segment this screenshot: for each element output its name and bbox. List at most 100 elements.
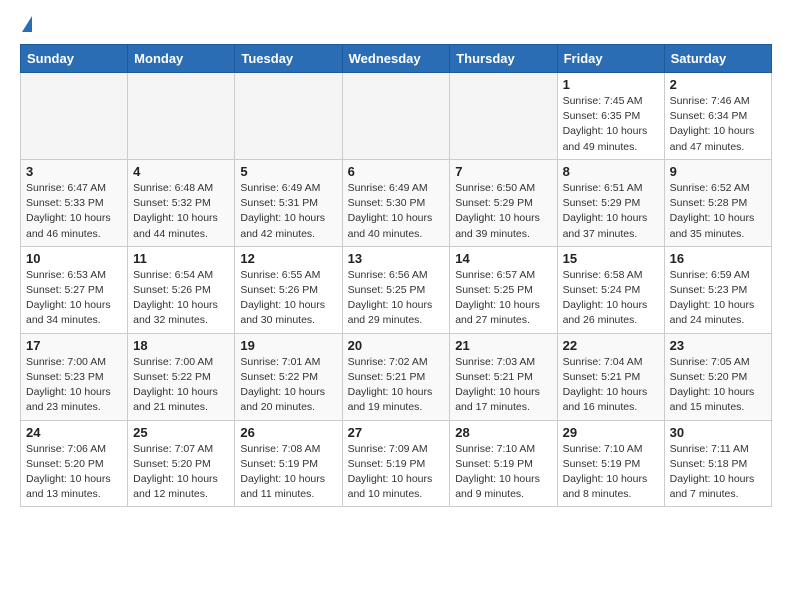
calendar-cell xyxy=(235,73,342,160)
day-info: Sunrise: 7:11 AM Sunset: 5:18 PM Dayligh… xyxy=(670,442,766,503)
calendar-cell: 6 Sunrise: 6:49 AM Sunset: 5:30 PM Daylig… xyxy=(342,159,450,246)
day-info: Sunrise: 6:59 AM Sunset: 5:23 PM Dayligh… xyxy=(670,268,766,329)
day-number: 21 xyxy=(455,338,551,353)
day-info: Sunrise: 7:06 AM Sunset: 5:20 PM Dayligh… xyxy=(26,442,122,503)
day-info: Sunrise: 7:45 AM Sunset: 6:35 PM Dayligh… xyxy=(563,94,659,155)
calendar-col-header: Tuesday xyxy=(235,45,342,73)
day-info: Sunrise: 7:09 AM Sunset: 5:19 PM Dayligh… xyxy=(348,442,445,503)
day-info: Sunrise: 6:54 AM Sunset: 5:26 PM Dayligh… xyxy=(133,268,229,329)
day-info: Sunrise: 6:51 AM Sunset: 5:29 PM Dayligh… xyxy=(563,181,659,242)
day-number: 15 xyxy=(563,251,659,266)
calendar-cell: 20 Sunrise: 7:02 AM Sunset: 5:21 PM Dayli… xyxy=(342,333,450,420)
day-number: 23 xyxy=(670,338,766,353)
day-info: Sunrise: 7:08 AM Sunset: 5:19 PM Dayligh… xyxy=(240,442,336,503)
day-info: Sunrise: 6:55 AM Sunset: 5:26 PM Dayligh… xyxy=(240,268,336,329)
day-number: 3 xyxy=(26,164,122,179)
calendar-cell: 28 Sunrise: 7:10 AM Sunset: 5:19 PM Dayli… xyxy=(450,420,557,507)
day-number: 4 xyxy=(133,164,229,179)
day-number: 19 xyxy=(240,338,336,353)
calendar-header-row: SundayMondayTuesdayWednesdayThursdayFrid… xyxy=(21,45,772,73)
day-number: 22 xyxy=(563,338,659,353)
calendar-cell xyxy=(450,73,557,160)
calendar-cell: 8 Sunrise: 6:51 AM Sunset: 5:29 PM Daylig… xyxy=(557,159,664,246)
calendar-cell: 1Sunrise: 7:45 AM Sunset: 6:35 PM Daylig… xyxy=(557,73,664,160)
day-number: 30 xyxy=(670,425,766,440)
day-number: 26 xyxy=(240,425,336,440)
day-info: Sunrise: 6:47 AM Sunset: 5:33 PM Dayligh… xyxy=(26,181,122,242)
day-number: 14 xyxy=(455,251,551,266)
calendar: SundayMondayTuesdayWednesdayThursdayFrid… xyxy=(20,44,772,507)
day-number: 17 xyxy=(26,338,122,353)
calendar-cell: 27 Sunrise: 7:09 AM Sunset: 5:19 PM Dayli… xyxy=(342,420,450,507)
calendar-cell: 7Sunrise: 6:50 AM Sunset: 5:29 PM Daylig… xyxy=(450,159,557,246)
logo xyxy=(20,16,32,34)
calendar-cell: 21Sunrise: 7:03 AM Sunset: 5:21 PM Dayli… xyxy=(450,333,557,420)
calendar-cell xyxy=(21,73,128,160)
day-info: Sunrise: 6:48 AM Sunset: 5:32 PM Dayligh… xyxy=(133,181,229,242)
day-info: Sunrise: 6:56 AM Sunset: 5:25 PM Dayligh… xyxy=(348,268,445,329)
day-info: Sunrise: 6:49 AM Sunset: 5:31 PM Dayligh… xyxy=(240,181,336,242)
day-number: 29 xyxy=(563,425,659,440)
day-info: Sunrise: 6:52 AM Sunset: 5:28 PM Dayligh… xyxy=(670,181,766,242)
day-number: 2 xyxy=(670,77,766,92)
calendar-cell: 25 Sunrise: 7:07 AM Sunset: 5:20 PM Dayli… xyxy=(128,420,235,507)
day-number: 8 xyxy=(563,164,659,179)
calendar-cell: 10 Sunrise: 6:53 AM Sunset: 5:27 PM Dayli… xyxy=(21,246,128,333)
day-number: 25 xyxy=(133,425,229,440)
calendar-cell: 19 Sunrise: 7:01 AM Sunset: 5:22 PM Dayli… xyxy=(235,333,342,420)
day-number: 28 xyxy=(455,425,551,440)
day-number: 6 xyxy=(348,164,445,179)
calendar-col-header: Friday xyxy=(557,45,664,73)
day-number: 9 xyxy=(670,164,766,179)
page: SundayMondayTuesdayWednesdayThursdayFrid… xyxy=(0,0,792,527)
day-number: 27 xyxy=(348,425,445,440)
calendar-col-header: Saturday xyxy=(664,45,771,73)
day-number: 12 xyxy=(240,251,336,266)
day-info: Sunrise: 6:50 AM Sunset: 5:29 PM Dayligh… xyxy=(455,181,551,242)
day-info: Sunrise: 6:57 AM Sunset: 5:25 PM Dayligh… xyxy=(455,268,551,329)
day-number: 16 xyxy=(670,251,766,266)
day-info: Sunrise: 6:53 AM Sunset: 5:27 PM Dayligh… xyxy=(26,268,122,329)
day-info: Sunrise: 7:01 AM Sunset: 5:22 PM Dayligh… xyxy=(240,355,336,416)
day-info: Sunrise: 6:49 AM Sunset: 5:30 PM Dayligh… xyxy=(348,181,445,242)
calendar-cell: 14 Sunrise: 6:57 AM Sunset: 5:25 PM Dayli… xyxy=(450,246,557,333)
calendar-week-row: 17 Sunrise: 7:00 AM Sunset: 5:23 PM Dayli… xyxy=(21,333,772,420)
day-info: Sunrise: 7:10 AM Sunset: 5:19 PM Dayligh… xyxy=(455,442,551,503)
day-info: Sunrise: 7:00 AM Sunset: 5:23 PM Dayligh… xyxy=(26,355,122,416)
day-number: 20 xyxy=(348,338,445,353)
calendar-col-header: Wednesday xyxy=(342,45,450,73)
calendar-week-row: 1Sunrise: 7:45 AM Sunset: 6:35 PM Daylig… xyxy=(21,73,772,160)
day-info: Sunrise: 7:46 AM Sunset: 6:34 PM Dayligh… xyxy=(670,94,766,155)
day-number: 24 xyxy=(26,425,122,440)
calendar-week-row: 24 Sunrise: 7:06 AM Sunset: 5:20 PM Dayli… xyxy=(21,420,772,507)
calendar-col-header: Monday xyxy=(128,45,235,73)
calendar-cell: 13 Sunrise: 6:56 AM Sunset: 5:25 PM Dayli… xyxy=(342,246,450,333)
day-info: Sunrise: 7:07 AM Sunset: 5:20 PM Dayligh… xyxy=(133,442,229,503)
calendar-week-row: 10 Sunrise: 6:53 AM Sunset: 5:27 PM Dayli… xyxy=(21,246,772,333)
calendar-cell: 29 Sunrise: 7:10 AM Sunset: 5:19 PM Dayli… xyxy=(557,420,664,507)
calendar-cell: 11Sunrise: 6:54 AM Sunset: 5:26 PM Dayli… xyxy=(128,246,235,333)
header xyxy=(20,16,772,34)
day-info: Sunrise: 7:00 AM Sunset: 5:22 PM Dayligh… xyxy=(133,355,229,416)
calendar-cell: 23 Sunrise: 7:05 AM Sunset: 5:20 PM Dayli… xyxy=(664,333,771,420)
calendar-cell: 3 Sunrise: 6:47 AM Sunset: 5:33 PM Daylig… xyxy=(21,159,128,246)
day-number: 5 xyxy=(240,164,336,179)
calendar-col-header: Thursday xyxy=(450,45,557,73)
day-number: 18 xyxy=(133,338,229,353)
day-info: Sunrise: 7:05 AM Sunset: 5:20 PM Dayligh… xyxy=(670,355,766,416)
calendar-cell: 15 Sunrise: 6:58 AM Sunset: 5:24 PM Dayli… xyxy=(557,246,664,333)
calendar-col-header: Sunday xyxy=(21,45,128,73)
calendar-week-row: 3 Sunrise: 6:47 AM Sunset: 5:33 PM Daylig… xyxy=(21,159,772,246)
day-number: 10 xyxy=(26,251,122,266)
calendar-cell: 9 Sunrise: 6:52 AM Sunset: 5:28 PM Daylig… xyxy=(664,159,771,246)
day-info: Sunrise: 6:58 AM Sunset: 5:24 PM Dayligh… xyxy=(563,268,659,329)
day-info: Sunrise: 7:04 AM Sunset: 5:21 PM Dayligh… xyxy=(563,355,659,416)
day-info: Sunrise: 7:02 AM Sunset: 5:21 PM Dayligh… xyxy=(348,355,445,416)
calendar-cell: 2 Sunrise: 7:46 AM Sunset: 6:34 PM Daylig… xyxy=(664,73,771,160)
logo-triangle-icon xyxy=(22,16,32,32)
day-number: 13 xyxy=(348,251,445,266)
day-info: Sunrise: 7:10 AM Sunset: 5:19 PM Dayligh… xyxy=(563,442,659,503)
calendar-cell: 16 Sunrise: 6:59 AM Sunset: 5:23 PM Dayli… xyxy=(664,246,771,333)
calendar-cell: 4 Sunrise: 6:48 AM Sunset: 5:32 PM Daylig… xyxy=(128,159,235,246)
calendar-cell: 24 Sunrise: 7:06 AM Sunset: 5:20 PM Dayli… xyxy=(21,420,128,507)
